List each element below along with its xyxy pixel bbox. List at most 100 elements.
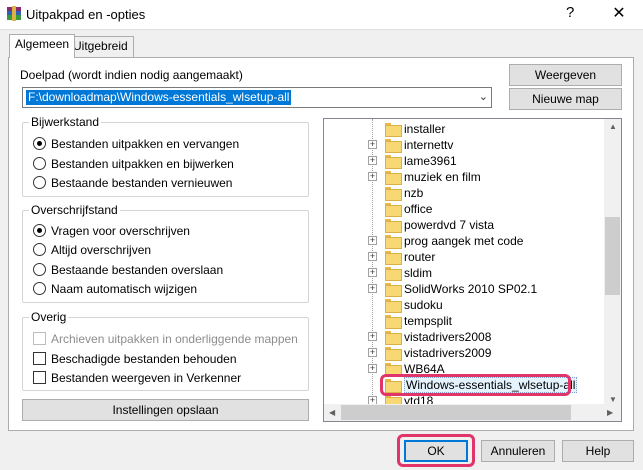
update-mode-title: Bijwerkstand: [29, 115, 102, 129]
tree-folder-item[interactable]: + WB64A: [324, 361, 604, 377]
option-label: Archieven uitpakken in onderliggende map…: [51, 332, 298, 346]
folder-icon: [385, 379, 402, 393]
option-label: Beschadigde bestanden behouden: [51, 352, 237, 366]
folder-icon: [385, 251, 402, 265]
cancel-button[interactable]: Annuleren: [481, 440, 555, 462]
folder-icon: [385, 171, 402, 185]
checkbox[interactable]: [33, 352, 46, 365]
tree-folder-item[interactable]: sudoku: [324, 297, 604, 313]
radio-button[interactable]: [33, 157, 46, 170]
folder-icon: [385, 331, 402, 345]
tab-advanced[interactable]: Uitgebreid: [67, 36, 134, 57]
folder-tree[interactable]: installer + internettv + lame3961 + muziek en …: [323, 118, 622, 422]
window-title: Uitpakpad en -opties: [26, 7, 146, 22]
tree-folder-label: prog aangek met code: [404, 234, 524, 248]
scroll-up-icon[interactable]: ▲: [609, 122, 617, 131]
tree-folder-item[interactable]: + router: [324, 249, 604, 265]
expand-icon[interactable]: +: [368, 252, 377, 261]
radio-button[interactable]: [33, 137, 46, 150]
ok-button[interactable]: OK: [404, 440, 468, 462]
scroll-down-icon[interactable]: ▼: [609, 395, 617, 404]
tree-folder-label: router: [404, 250, 436, 264]
scroll-right-icon[interactable]: ▶: [607, 408, 613, 417]
horizontal-scrollbar[interactable]: ◀ ▶: [324, 404, 621, 421]
tree-folder-item[interactable]: installer: [324, 121, 604, 137]
option-label: Naam automatisch wijzigen: [51, 282, 198, 296]
folder-icon: [385, 235, 402, 249]
destination-label: Doelpad (wordt indien nodig aangemaakt): [20, 68, 243, 82]
option-label: Vragen voor overschrijven: [51, 224, 190, 238]
tree-folder-label: sldim: [404, 266, 433, 280]
close-icon[interactable]: ✕: [604, 3, 634, 23]
destination-path-combo[interactable]: F:\downloadmap\Windows-essentials_wlsetu…: [22, 87, 492, 108]
expand-icon[interactable]: +: [368, 156, 377, 165]
tree-folder-item[interactable]: + vistadrivers2009: [324, 345, 604, 361]
tree-folder-item[interactable]: + SolidWorks 2010 SP02.1: [324, 281, 604, 297]
tree-folder-item[interactable]: nzb: [324, 185, 604, 201]
vertical-scroll-thumb[interactable]: [605, 217, 620, 295]
tree-folder-item[interactable]: + muziek en film: [324, 169, 604, 185]
misc-title: Overig: [29, 310, 69, 324]
ok-button-label: OK: [427, 444, 445, 458]
misc-group: Overig Archieven uitpakken in onderligge…: [22, 310, 309, 391]
overwrite-mode-title: Overschrijfstand: [29, 203, 120, 217]
expand-icon[interactable]: +: [368, 236, 377, 245]
checkbox[interactable]: [33, 371, 46, 384]
radio-button[interactable]: [33, 263, 46, 276]
save-settings-button[interactable]: Instellingen opslaan: [22, 399, 309, 421]
option-label: Bestanden uitpakken en vervangen: [51, 137, 240, 151]
tree-folder-item[interactable]: + prog aangek met code: [324, 233, 604, 249]
tree-folder-item[interactable]: tempsplit: [324, 313, 604, 329]
cancel-button-label: Annuleren: [490, 444, 546, 458]
scroll-left-icon[interactable]: ◀: [329, 408, 335, 417]
folder-icon: [385, 363, 402, 377]
tree-folder-item[interactable]: powerdvd 7 vista: [324, 217, 604, 233]
tree-folder-label: nzb: [404, 186, 424, 200]
tree-folder-label: installer: [404, 122, 446, 136]
radio-button[interactable]: [33, 224, 46, 237]
new-folder-button[interactable]: Nieuwe map: [509, 88, 622, 110]
expand-icon[interactable]: +: [368, 332, 377, 341]
tree-folder-label: Windows-essentials_wlsetup-all: [404, 377, 578, 393]
title-bar: Uitpakpad en -opties ? ✕: [0, 0, 643, 30]
tree-folder-item[interactable]: Windows-essentials_wlsetup-all: [324, 377, 604, 393]
help-button-label: Help: [585, 444, 611, 458]
expand-icon[interactable]: +: [368, 348, 377, 357]
horizontal-scroll-thumb[interactable]: [341, 405, 571, 420]
expand-icon[interactable]: +: [368, 172, 377, 181]
expand-icon[interactable]: +: [368, 268, 377, 277]
chevron-down-icon[interactable]: ⌄: [479, 90, 488, 103]
help-button[interactable]: Help: [562, 440, 634, 462]
tab-general[interactable]: Algemeen: [9, 34, 76, 58]
tree-folder-item[interactable]: + sldim: [324, 265, 604, 281]
expand-icon[interactable]: +: [368, 284, 377, 293]
folder-icon: [385, 203, 402, 217]
option-label: Bestaande bestanden vernieuwen: [51, 176, 233, 190]
option-label: Bestanden weergeven in Verkenner: [51, 371, 242, 385]
tab-general-label: Algemeen: [15, 37, 70, 51]
tree-folder-label: WB64A: [404, 362, 445, 376]
show-button[interactable]: Weergeven: [509, 64, 622, 86]
new-folder-button-label: Nieuwe map: [532, 92, 599, 106]
tree-folder-item[interactable]: + lame3961: [324, 153, 604, 169]
folder-icon: [385, 299, 402, 313]
tree-folder-label: lame3961: [404, 154, 457, 168]
winrar-app-icon: [7, 6, 21, 21]
option-label: Bestanden uitpakken en bijwerken: [51, 157, 234, 171]
tree-folder-label: powerdvd 7 vista: [404, 218, 495, 232]
tree-folder-item[interactable]: + internettv: [324, 137, 604, 153]
radio-button[interactable]: [33, 243, 46, 256]
update-mode-group: Bijwerkstand Bestanden uitpakken en verv…: [22, 115, 309, 197]
tree-folder-item[interactable]: + vistadrivers2008: [324, 329, 604, 345]
radio-button[interactable]: [33, 176, 46, 189]
folder-icon: [385, 155, 402, 169]
expand-icon[interactable]: +: [368, 140, 377, 149]
tree-folder-label: internettv: [404, 138, 454, 152]
overwrite-mode-group: Overschrijfstand Vragen voor overschrijv…: [22, 203, 309, 303]
help-icon[interactable]: ?: [566, 4, 574, 21]
folder-icon: [385, 267, 402, 281]
expand-icon[interactable]: +: [368, 364, 377, 373]
tree-folder-item[interactable]: office: [324, 201, 604, 217]
radio-button[interactable]: [33, 282, 46, 295]
vertical-scrollbar[interactable]: ▲ ▼: [604, 119, 621, 406]
